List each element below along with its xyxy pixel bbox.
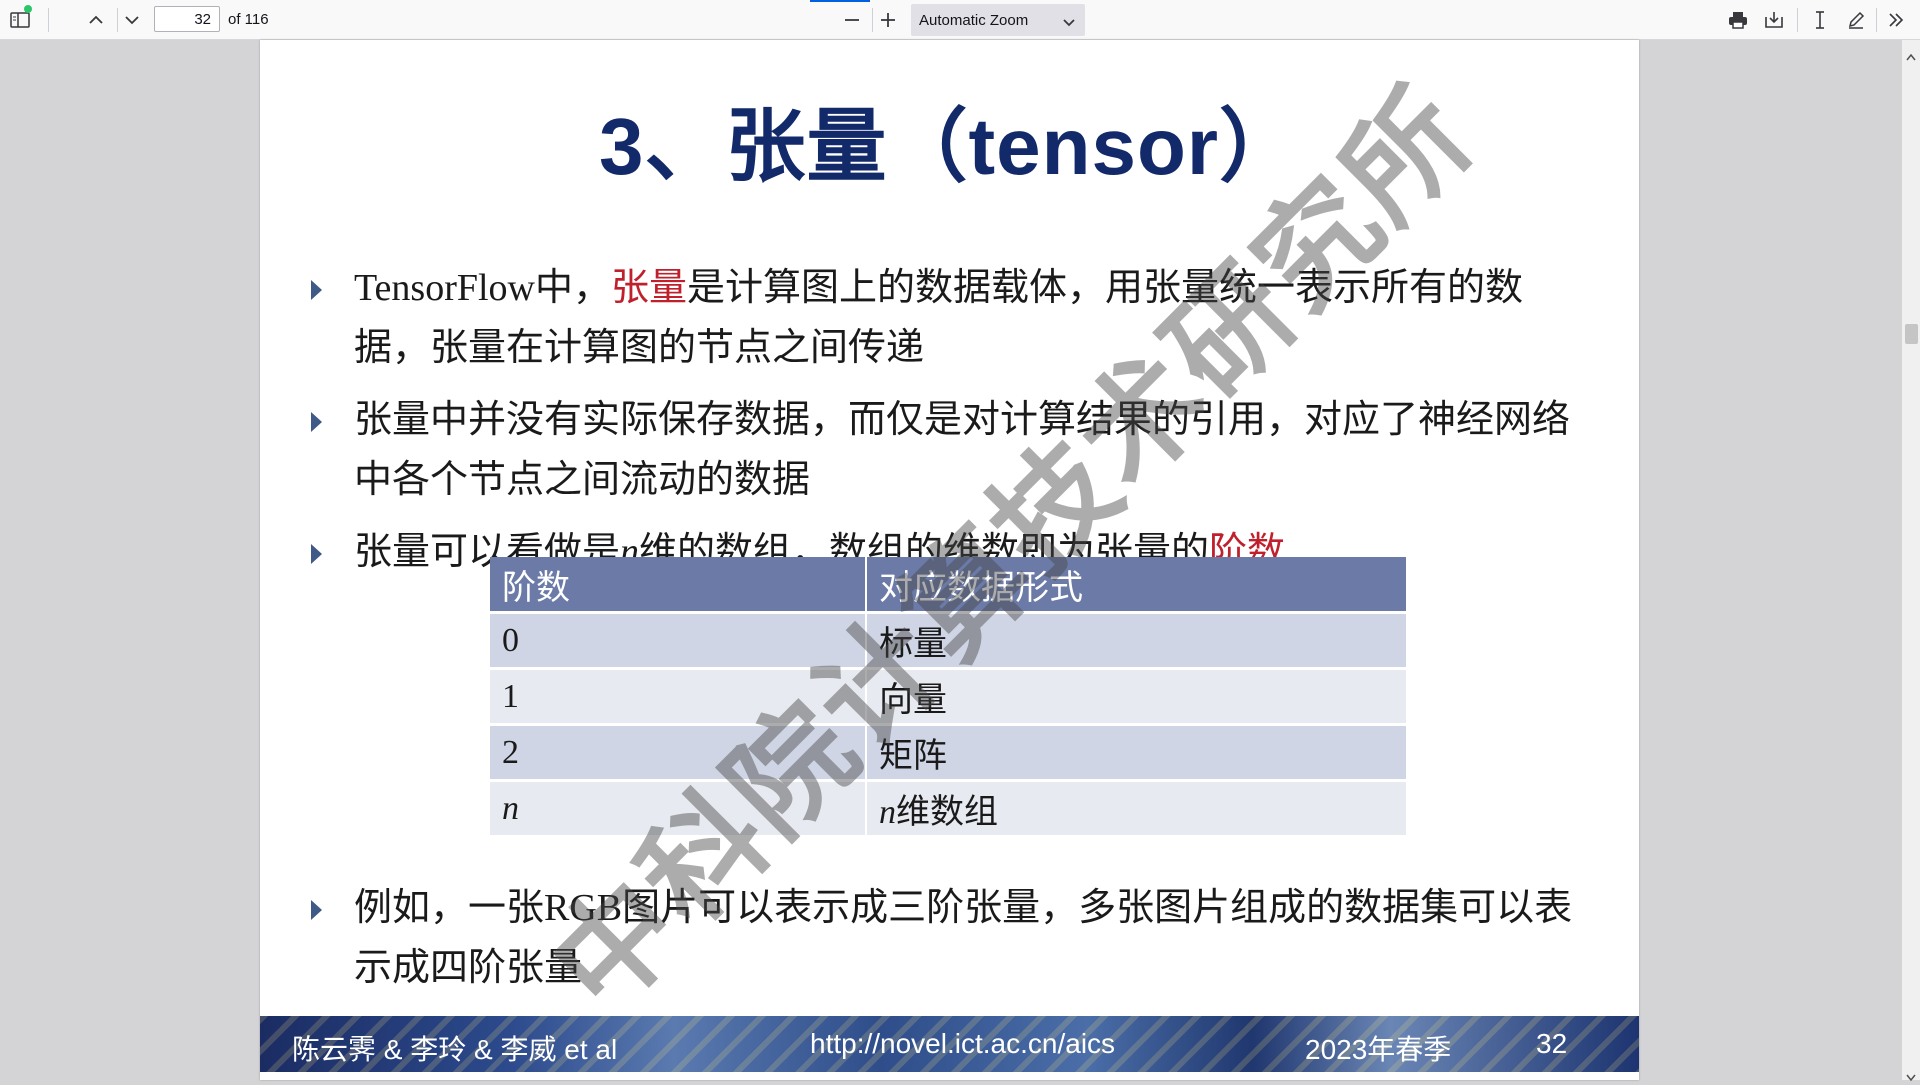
zoom-in-button[interactable] xyxy=(876,8,900,32)
table-cell: 标量 xyxy=(866,612,1408,670)
table-header-cell: 阶数 xyxy=(490,557,867,614)
table-cell: n维数组 xyxy=(866,780,1408,838)
notification-dot-icon xyxy=(24,5,32,13)
next-page-button[interactable] xyxy=(120,8,144,32)
table-cell: 1 xyxy=(490,668,867,726)
previous-page-button[interactable] xyxy=(84,8,108,32)
chevron-down-icon xyxy=(1063,14,1075,31)
scroll-down-arrow-icon[interactable] xyxy=(1906,1066,1916,1085)
highlight-text: 张量 xyxy=(611,267,688,309)
table-row: 2 矩阵 xyxy=(490,724,1408,782)
table-header-row: 阶数 对应数据形式 xyxy=(490,557,1408,614)
bullet-item: TensorFlow中，张量是计算图上的数据载体，用张量统一表示所有的数据，张量… xyxy=(311,258,1584,378)
toolbar-separator xyxy=(117,8,118,32)
tools-menu-icon[interactable] xyxy=(1884,8,1908,32)
table-cell-text: 维数组 xyxy=(896,794,998,831)
zoom-select[interactable]: Automatic Zoom xyxy=(911,4,1085,36)
scrollbar-thumb[interactable] xyxy=(1905,324,1918,344)
table-row: n n维数组 xyxy=(490,780,1408,838)
toolbar-separator xyxy=(48,8,49,32)
table-header-cell: 对应数据形式 xyxy=(866,557,1408,614)
vertical-scrollbar[interactable] xyxy=(1902,40,1920,1082)
bullet-arrow-icon xyxy=(311,412,322,432)
tensor-rank-table: 阶数 对应数据形式 0 标量 1 向量 2 矩阵 n n维数组 xyxy=(490,557,1408,838)
table-cell: n xyxy=(490,780,867,838)
download-icon[interactable] xyxy=(1762,8,1786,32)
toolbar-separator xyxy=(872,8,873,32)
loading-progress-bar xyxy=(810,0,870,2)
toolbar-separator xyxy=(1797,8,1798,32)
toolbar-separator xyxy=(1876,8,1877,32)
scroll-up-arrow-icon[interactable] xyxy=(1906,46,1916,65)
table-cell: 矩阵 xyxy=(866,724,1408,782)
bullet-item: 例如，一张RGB图片可以表示成三阶张量，多张图片组成的数据集可以表示成四阶张量 xyxy=(311,878,1584,998)
bullet-arrow-icon xyxy=(311,900,322,920)
print-icon[interactable] xyxy=(1726,8,1750,32)
page-count-label: of 116 xyxy=(228,11,269,28)
bullet-arrow-icon xyxy=(311,544,322,564)
table-row: 0 标量 xyxy=(490,612,1408,670)
text-cursor-icon[interactable] xyxy=(1808,8,1832,32)
table-row: 1 向量 xyxy=(490,668,1408,726)
bullet-text: TensorFlow中， xyxy=(354,267,612,309)
table-cell: 0 xyxy=(490,612,867,670)
zoom-select-label: Automatic Zoom xyxy=(919,11,1029,29)
bullet-item: 张量中并没有实际保存数据，而仅是对计算结果的引用，对应了神经网络中各个节点之间流… xyxy=(311,390,1584,510)
page-number-input[interactable] xyxy=(154,6,220,32)
table-cell: 2 xyxy=(490,724,867,782)
draw-pen-icon[interactable] xyxy=(1844,8,1868,32)
table-cell: 向量 xyxy=(866,668,1408,726)
bullet-text: 例如，一张RGB图片可以表示成三阶张量，多张图片组成的数据集可以表示成四阶张量 xyxy=(354,887,1573,989)
footer-page-number: 32 xyxy=(1536,1028,1568,1059)
footer-term: 2023年春季 xyxy=(1305,1034,1452,1065)
pdf-page: 3、张量（tensor） TensorFlow中，张量是计算图上的数据载体，用张… xyxy=(260,40,1639,1080)
zoom-out-button[interactable] xyxy=(840,8,864,32)
slide-title: 3、张量（tensor） xyxy=(599,102,1300,191)
document-viewer[interactable]: 3、张量（tensor） TensorFlow中，张量是计算图上的数据载体，用张… xyxy=(0,40,1902,1080)
slide-footer: 陈云霁 & 李玲 & 李威 et al http://novel.ict.ac.… xyxy=(260,1016,1639,1072)
bullet-arrow-icon xyxy=(311,280,322,300)
italic-n: n xyxy=(879,794,896,831)
footer-url: http://novel.ict.ac.cn/aics xyxy=(810,1028,1116,1059)
footer-authors: 陈云霁 & 李玲 & 李威 et al xyxy=(292,1034,618,1065)
pdf-toolbar: of 116 Automatic Zoom xyxy=(0,0,1920,40)
bullet-text: 张量中并没有实际保存数据，而仅是对计算结果的引用，对应了神经网络中各个节点之间流… xyxy=(354,399,1571,501)
